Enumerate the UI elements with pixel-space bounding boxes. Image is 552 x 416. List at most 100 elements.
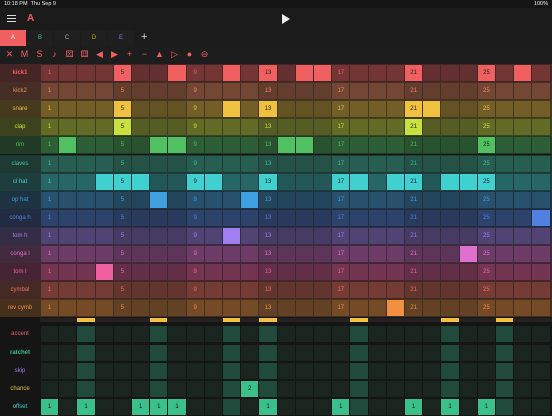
step-cell[interactable]	[368, 137, 386, 154]
param-cell[interactable]	[459, 326, 477, 343]
track-label[interactable]: rev cymb	[0, 299, 40, 317]
step-cell[interactable]	[77, 101, 95, 118]
step-cell[interactable]: 13	[259, 155, 277, 172]
remove-icon[interactable]: −	[139, 49, 150, 60]
step-cell[interactable]	[223, 209, 241, 226]
step-cell[interactable]	[241, 282, 259, 299]
step-cell[interactable]	[77, 227, 95, 244]
param-cell[interactable]	[441, 380, 459, 397]
param-cell[interactable]	[314, 344, 332, 361]
step-cell[interactable]	[532, 137, 550, 154]
step-cell[interactable]	[532, 83, 550, 100]
step-cell[interactable]	[132, 300, 150, 317]
step-cell[interactable]	[95, 173, 113, 190]
step-cell[interactable]: 5	[113, 119, 131, 136]
step-cell[interactable]	[295, 282, 313, 299]
param-cell[interactable]	[186, 380, 204, 397]
step-cell[interactable]	[132, 119, 150, 136]
step-cell[interactable]	[204, 65, 222, 81]
step-cell[interactable]: 9	[186, 155, 204, 172]
step-cell[interactable]: 17	[332, 137, 350, 154]
step-cell[interactable]	[150, 65, 168, 81]
step-cell[interactable]	[350, 155, 368, 172]
param-cell[interactable]	[132, 344, 150, 361]
param-cell[interactable]	[496, 362, 514, 379]
step-cell[interactable]: 5	[113, 155, 131, 172]
step-cell[interactable]	[368, 209, 386, 226]
step-cell[interactable]	[77, 264, 95, 281]
param-cell[interactable]	[441, 344, 459, 361]
step-cell[interactable]: 21	[405, 282, 423, 299]
step-cell[interactable]	[386, 191, 404, 208]
step-cell[interactable]: 17	[332, 83, 350, 100]
step-cell[interactable]: 13	[259, 83, 277, 100]
step-cell[interactable]: 9	[186, 282, 204, 299]
param-cell[interactable]	[241, 398, 259, 415]
step-cell[interactable]	[77, 137, 95, 154]
step-cell[interactable]	[223, 264, 241, 281]
param-cell[interactable]	[532, 380, 550, 397]
step-cell[interactable]: 5	[113, 282, 131, 299]
param-cell[interactable]	[41, 362, 59, 379]
play-icon[interactable]	[282, 14, 290, 24]
step-cell[interactable]	[386, 65, 404, 81]
step-cell[interactable]	[496, 282, 514, 299]
step-cell[interactable]: 13	[259, 101, 277, 118]
step-cell[interactable]	[496, 300, 514, 317]
step-cell[interactable]: 17	[332, 227, 350, 244]
param-cell[interactable]	[496, 344, 514, 361]
step-cell[interactable]	[132, 83, 150, 100]
step-cell[interactable]: 1	[41, 227, 59, 244]
step-cell[interactable]: 5	[113, 65, 131, 81]
step-cell[interactable]	[386, 227, 404, 244]
param-cell[interactable]	[350, 326, 368, 343]
step-cell[interactable]	[314, 264, 332, 281]
param-cell[interactable]	[277, 344, 295, 361]
step-cell[interactable]	[223, 191, 241, 208]
step-cell[interactable]: 1	[41, 173, 59, 190]
step-cell[interactable]	[150, 119, 168, 136]
param-cell[interactable]	[405, 362, 423, 379]
param-cell[interactable]	[295, 326, 313, 343]
step-cell[interactable]	[77, 173, 95, 190]
param-cell[interactable]	[514, 362, 532, 379]
param-cell[interactable]	[514, 326, 532, 343]
param-cell[interactable]	[132, 326, 150, 343]
param-cell[interactable]	[514, 380, 532, 397]
dice-alt-icon[interactable]: ⚅	[79, 49, 90, 60]
track-label[interactable]: kick1	[0, 64, 40, 82]
add-icon[interactable]: +	[124, 49, 135, 60]
param-cell[interactable]	[77, 326, 95, 343]
step-cell[interactable]	[441, 65, 459, 81]
param-label[interactable]: ratchet	[0, 344, 40, 362]
track-label[interactable]: clap	[0, 118, 40, 136]
param-cell[interactable]	[314, 362, 332, 379]
step-cell[interactable]	[204, 209, 222, 226]
param-cell[interactable]	[477, 344, 495, 361]
step-cell[interactable]	[168, 119, 186, 136]
step-cell[interactable]: 5	[113, 101, 131, 118]
param-cell[interactable]	[277, 362, 295, 379]
step-cell[interactable]	[496, 246, 514, 262]
step-cell[interactable]: 17	[332, 173, 350, 190]
step-cell[interactable]: 5	[113, 173, 131, 190]
step-cell[interactable]	[532, 65, 550, 81]
step-cell[interactable]	[150, 137, 168, 154]
step-cell[interactable]	[223, 101, 241, 118]
step-cell[interactable]	[350, 191, 368, 208]
step-cell[interactable]: 1	[41, 119, 59, 136]
step-cell[interactable]: 21	[405, 101, 423, 118]
step-cell[interactable]	[441, 264, 459, 281]
step-cell[interactable]	[204, 119, 222, 136]
step-cell[interactable]	[496, 119, 514, 136]
param-cell[interactable]	[77, 380, 95, 397]
step-cell[interactable]	[95, 137, 113, 154]
step-cell[interactable]	[150, 101, 168, 118]
step-cell[interactable]: 25	[477, 191, 495, 208]
param-cell[interactable]	[259, 380, 277, 397]
step-cell[interactable]	[95, 65, 113, 81]
step-cell[interactable]	[295, 65, 313, 81]
step-cell[interactable]: 1	[41, 300, 59, 317]
param-cell[interactable]	[186, 362, 204, 379]
step-cell[interactable]	[368, 227, 386, 244]
